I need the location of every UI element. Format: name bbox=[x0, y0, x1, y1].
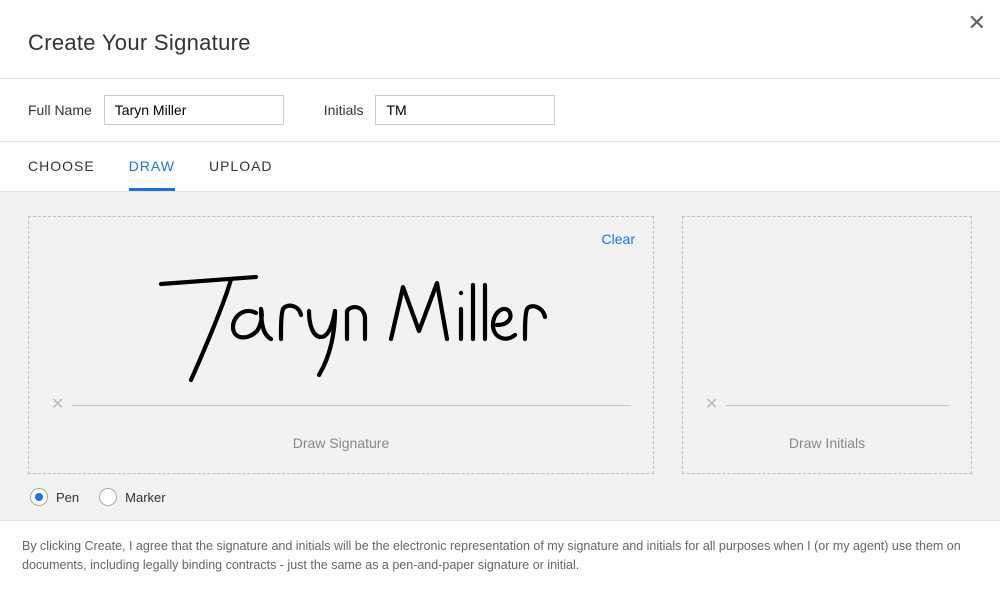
pen-tool-selector: Pen Marker bbox=[28, 474, 972, 506]
signature-baseline: ✕ bbox=[51, 397, 631, 413]
fullname-field: Full Name bbox=[28, 95, 284, 125]
radio-icon bbox=[99, 488, 117, 506]
fullname-input[interactable] bbox=[104, 95, 284, 125]
create-signature-modal: ✕ Create Your Signature Full Name Initia… bbox=[0, 0, 1000, 600]
pen-radio[interactable]: Pen bbox=[30, 488, 79, 506]
marker-radio-label: Marker bbox=[125, 490, 165, 505]
signature-drawing-area[interactable] bbox=[51, 235, 631, 395]
modal-title: Create Your Signature bbox=[0, 0, 1000, 78]
name-fields-row: Full Name Initials bbox=[0, 79, 1000, 141]
tab-upload[interactable]: UPLOAD bbox=[209, 142, 273, 191]
baseline-line bbox=[726, 405, 949, 406]
delete-signature-icon[interactable]: ✕ bbox=[51, 397, 64, 413]
initials-caption: Draw Initials bbox=[705, 435, 949, 451]
pen-radio-label: Pen bbox=[56, 490, 79, 505]
delete-initials-icon[interactable]: ✕ bbox=[705, 397, 718, 413]
signature-caption: Draw Signature bbox=[51, 435, 631, 451]
marker-radio[interactable]: Marker bbox=[99, 488, 165, 506]
tab-draw[interactable]: DRAW bbox=[129, 142, 175, 191]
tab-choose[interactable]: CHOOSE bbox=[28, 142, 95, 191]
radio-icon bbox=[30, 488, 48, 506]
close-icon[interactable]: ✕ bbox=[968, 10, 986, 36]
initials-canvas-box: ✕ Draw Initials bbox=[682, 216, 972, 474]
signature-stroke bbox=[51, 235, 631, 395]
baseline-line bbox=[72, 405, 631, 406]
tab-bar: CHOOSE DRAW UPLOAD bbox=[0, 142, 1000, 192]
initials-drawing-area[interactable] bbox=[705, 235, 949, 395]
legal-disclosure: By clicking Create, I agree that the sig… bbox=[0, 520, 1000, 592]
initials-field: Initials bbox=[324, 95, 556, 125]
draw-panel: Clear bbox=[0, 192, 1000, 520]
initials-label: Initials bbox=[324, 102, 364, 118]
fullname-label: Full Name bbox=[28, 102, 92, 118]
initials-baseline: ✕ bbox=[705, 397, 949, 413]
signature-canvas-box: Clear bbox=[28, 216, 654, 474]
initials-input[interactable] bbox=[375, 95, 555, 125]
